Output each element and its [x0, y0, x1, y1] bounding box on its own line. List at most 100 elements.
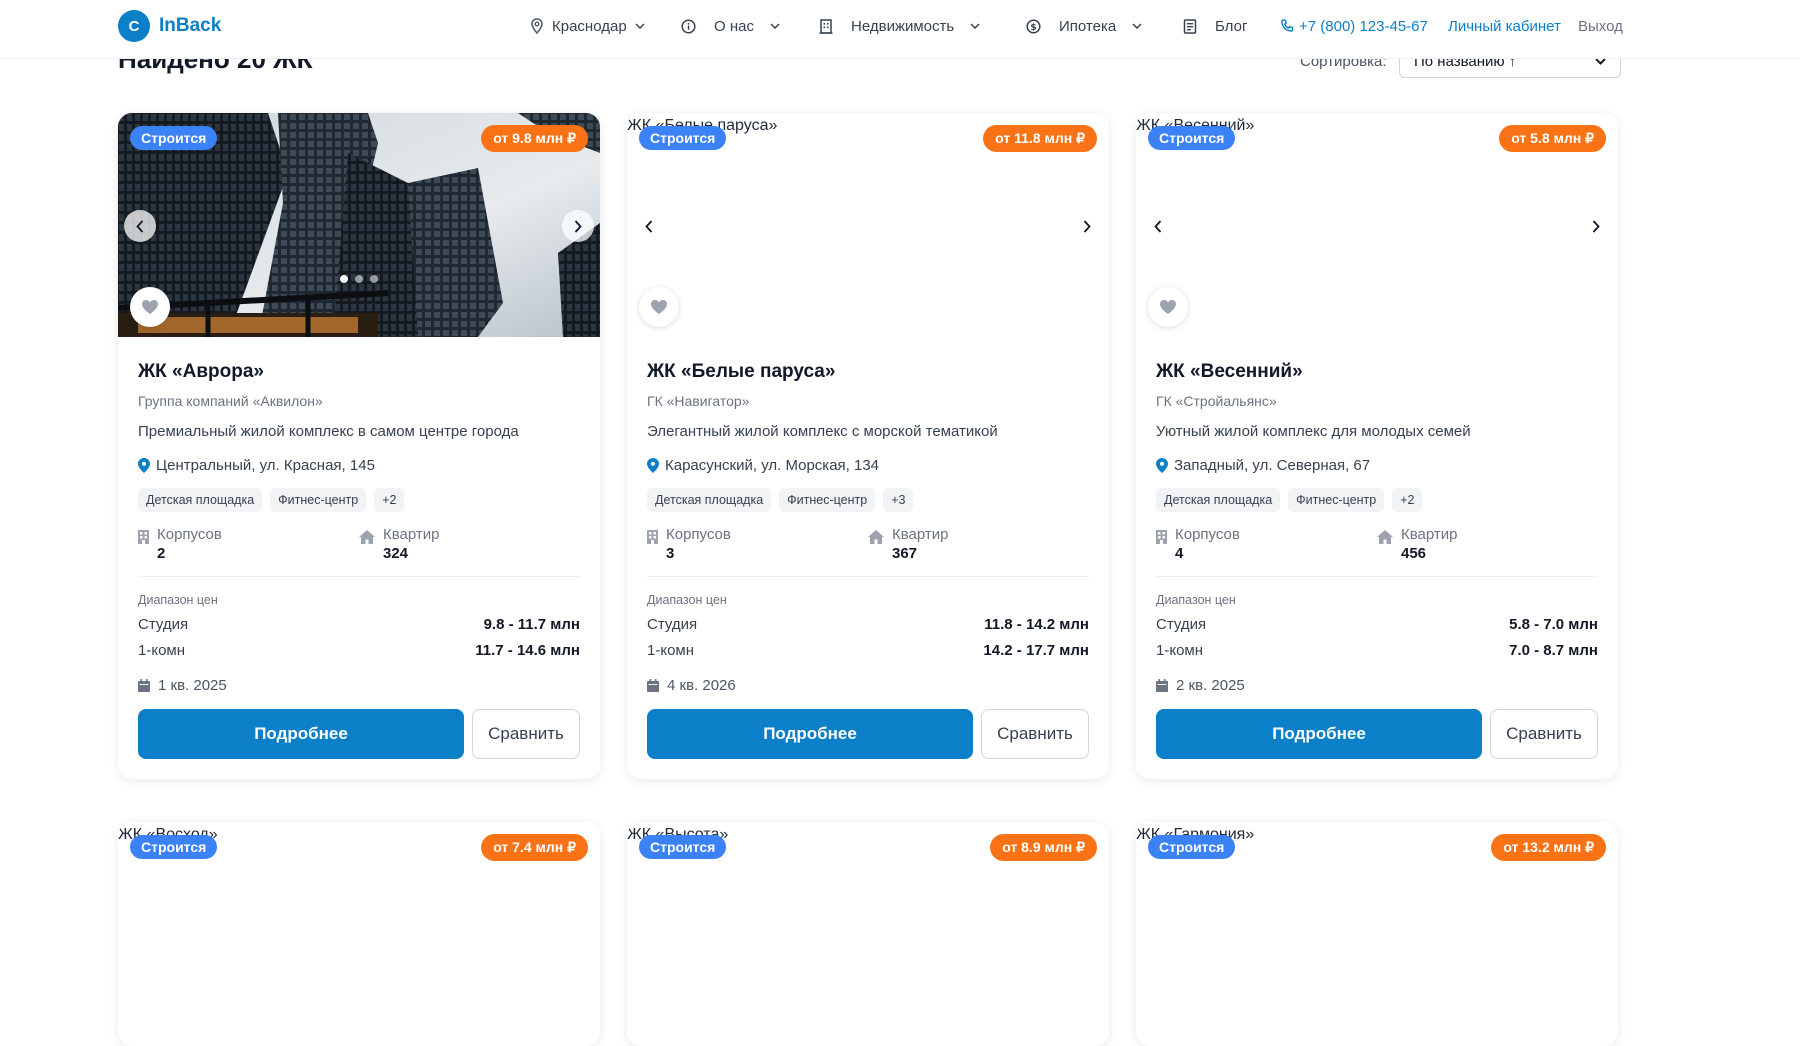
carousel-dot[interactable] [355, 275, 363, 283]
card-image-carousel[interactable]: Строится от 9.8 млн ₽ [118, 113, 600, 337]
card-image-carousel[interactable]: ЖК «Гармония» Строится от 13.2 млн ₽ [1136, 822, 1618, 1046]
currency-circle-icon: $ [1026, 18, 1041, 34]
nav-about[interactable]: О нас [681, 16, 780, 36]
carousel-next-button[interactable] [1071, 210, 1103, 242]
card-image-carousel[interactable]: ЖК «Восход» Строится от 7.4 млн ₽ [118, 822, 600, 1046]
price-row: 1-комн 11.7 - 14.6 млн [138, 642, 580, 659]
complex-title[interactable]: ЖК «Весенний» [1156, 361, 1598, 383]
compare-button[interactable]: Сравнить [1490, 709, 1598, 759]
amenity-tag-more[interactable]: +2 [374, 488, 405, 512]
apartment-type: 1-комн [647, 642, 695, 659]
complex-card: ЖК «Весенний» Строится от 5.8 млн ₽ ЖК «… [1136, 113, 1618, 779]
logo-badge: С [118, 10, 150, 42]
carousel-prev-button[interactable] [633, 210, 665, 242]
chevron-right-icon [574, 219, 582, 233]
price-range: 11.8 - 14.2 млн [984, 616, 1089, 633]
carousel-next-button[interactable] [1580, 210, 1612, 242]
city-label: Краснодар [552, 17, 627, 35]
heart-icon [1160, 300, 1176, 314]
cabinet-link[interactable]: Личный кабинет [1448, 16, 1561, 36]
address: Западный, ул. Северная, 67 [1156, 457, 1598, 474]
price-row: Студия 5.8 - 7.0 млн [1156, 616, 1598, 633]
city-selector[interactable]: Краснодар [530, 16, 645, 36]
status-badge: Строится [639, 835, 727, 859]
completion-date-text: 1 кв. 2025 [158, 677, 227, 694]
building-icon [819, 18, 833, 34]
amenity-tag-more[interactable]: +2 [1392, 488, 1423, 512]
card-image-carousel[interactable]: ЖК «Высота» Строится от 8.9 млн ₽ [627, 822, 1109, 1046]
complex-stats: Корпусов 3 Квартир 367 [647, 526, 1089, 577]
complex-stats: Корпусов 4 Квартир 456 [1156, 526, 1598, 577]
stat-value: 456 [1401, 545, 1427, 562]
building-icon [647, 530, 658, 544]
details-button[interactable]: Подробнее [647, 709, 973, 759]
status-badge: Строится [1148, 835, 1236, 859]
phone-number: +7 (800) 123-45-67 [1299, 17, 1428, 35]
card-image-carousel[interactable]: ЖК «Белые паруса» Строится от 11.8 млн ₽ [627, 113, 1109, 337]
completion-date-text: 4 кв. 2026 [667, 677, 736, 694]
price-badge: от 9.8 млн ₽ [481, 125, 588, 152]
amenity-tags: Детская площадка Фитнес-центр +3 [647, 488, 1089, 512]
chevron-left-icon [645, 219, 653, 233]
carousel-dot[interactable] [370, 275, 378, 283]
stat-label: Корпусов [666, 526, 731, 543]
nav-mortgage[interactable]: $ Ипотека [1026, 16, 1142, 36]
favorite-button[interactable] [639, 287, 679, 327]
carousel-prev-button[interactable] [1142, 210, 1174, 242]
carousel-prev-button[interactable] [124, 210, 156, 242]
apartment-type: 1-комн [138, 642, 186, 659]
logo-text: InBack [159, 15, 222, 36]
price-badge: от 13.2 млн ₽ [1491, 834, 1606, 861]
completion-date: 2 кв. 2025 [1156, 677, 1598, 694]
carousel-dot[interactable] [340, 275, 348, 283]
nav-blog[interactable]: Блог [1183, 16, 1247, 36]
carousel-next-button[interactable] [562, 210, 594, 242]
nav-blog-label: Блог [1215, 17, 1248, 35]
stat-label: Квартир [383, 526, 440, 543]
amenity-tags: Детская площадка Фитнес-центр +2 [1156, 488, 1598, 512]
card-body: ЖК «Белые паруса» ГК «Навигатор» Элегант… [627, 361, 1109, 779]
top-navigation: С InBack Краснодар О нас Недвижимость $ … [0, 0, 1800, 59]
phone-link[interactable]: +7 (800) 123-45-67 [1280, 16, 1428, 36]
nav-mortgage-label: Ипотека [1059, 17, 1117, 35]
status-badge: Строится [639, 126, 727, 150]
stat-apartments: Квартир 456 [1377, 526, 1598, 562]
compare-button[interactable]: Сравнить [981, 709, 1089, 759]
amenity-tag-more[interactable]: +3 [883, 488, 914, 512]
stat-value: 2 [157, 545, 166, 562]
details-button[interactable]: Подробнее [1156, 709, 1482, 759]
amenity-tag: Фитнес-центр [779, 488, 876, 512]
developer-name: ГК «Навигатор» [647, 393, 750, 409]
complex-description: Уютный жилой комплекс для молодых семей [1156, 423, 1471, 440]
complex-title[interactable]: ЖК «Аврора» [138, 361, 580, 383]
complex-description: Премиальный жилой комплекс в самом центр… [138, 423, 519, 440]
heart-icon [142, 300, 158, 314]
complex-card: ЖК «Восход» Строится от 7.4 млн ₽ [118, 822, 600, 1046]
chevron-down-icon [770, 23, 780, 29]
stat-value: 3 [666, 545, 675, 562]
amenity-tag: Детская площадка [138, 488, 263, 512]
favorite-button[interactable] [130, 287, 170, 327]
nav-realty[interactable]: Недвижимость [819, 16, 980, 36]
stat-value: 324 [383, 545, 409, 562]
complex-title[interactable]: ЖК «Белые паруса» [647, 361, 1089, 383]
chevron-right-icon [1592, 219, 1600, 233]
price-range: 14.2 - 17.7 млн [983, 642, 1089, 659]
favorite-button[interactable] [1148, 287, 1188, 327]
complex-card: Строится от 9.8 млн ₽ ЖК «Аврора» Группа… [118, 113, 600, 779]
price-badge: от 7.4 млн ₽ [481, 834, 588, 861]
compare-button[interactable]: Сравнить [472, 709, 580, 759]
stat-value: 4 [1175, 545, 1184, 562]
logout-link[interactable]: Выход [1578, 16, 1623, 36]
details-button[interactable]: Подробнее [138, 709, 464, 759]
logo[interactable]: С InBack [118, 10, 221, 42]
price-range-label: Диапазон цен [138, 593, 218, 607]
completion-date-text: 2 кв. 2025 [1176, 677, 1245, 694]
card-image-carousel[interactable]: ЖК «Весенний» Строится от 5.8 млн ₽ [1136, 113, 1618, 337]
stat-buildings: Корпусов 3 [647, 526, 868, 562]
completion-date: 4 кв. 2026 [647, 677, 1089, 694]
price-row: 1-комн 7.0 - 8.7 млн [1156, 642, 1598, 659]
stat-label: Корпусов [1175, 526, 1240, 543]
address: Карасунский, ул. Морская, 134 [647, 457, 1089, 474]
info-circle-icon [681, 18, 696, 34]
